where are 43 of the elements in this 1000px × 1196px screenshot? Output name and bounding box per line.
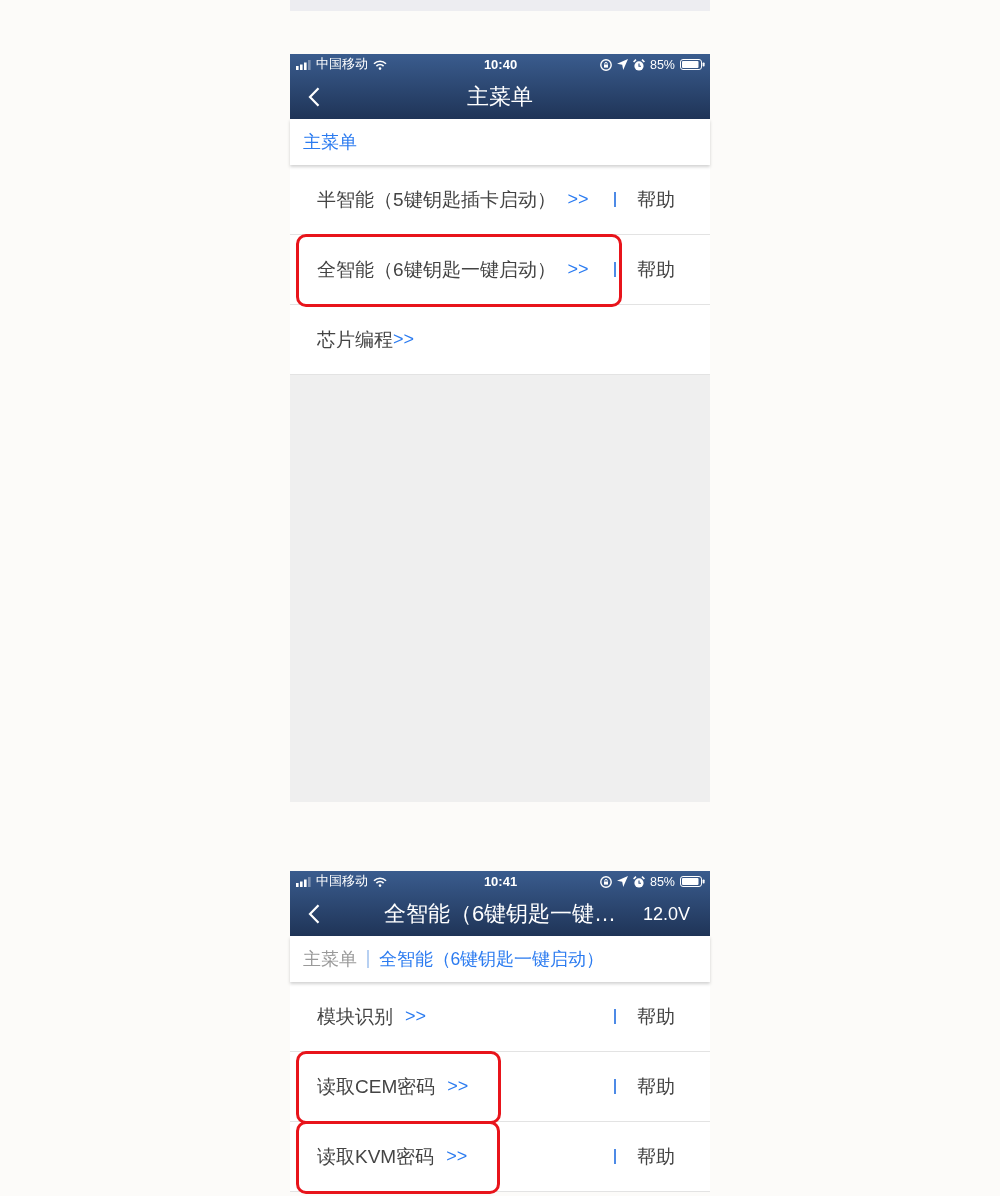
- menu-item-label: 模块识别: [317, 1004, 393, 1029]
- menu-item-label: 半智能（5键钥匙插卡启动）: [317, 187, 556, 212]
- more-link[interactable]: >>: [567, 189, 589, 210]
- nav-title: 全智能（6键钥匙一键…: [383, 900, 617, 928]
- battery-icon: [680, 59, 705, 70]
- nav-title: 主菜单: [467, 83, 533, 111]
- signal-icon: [296, 59, 311, 70]
- battery-percent: 85%: [649, 874, 675, 889]
- breadcrumb-link[interactable]: 主菜单: [303, 130, 357, 154]
- menu-item-label: 全智能（6键钥匙一键启动）: [317, 257, 556, 282]
- menu-item-label: 芯片编程: [317, 327, 393, 352]
- back-icon[interactable]: [308, 904, 320, 924]
- more-link[interactable]: >>: [405, 1006, 427, 1027]
- breadcrumb-link[interactable]: 主菜单: [303, 947, 357, 971]
- carrier-name: 中国移动: [316, 873, 368, 890]
- more-link[interactable]: >>: [446, 1146, 468, 1167]
- menu-item-label: 读取KVM密码: [317, 1144, 435, 1169]
- help-link[interactable]: 帮助: [637, 1003, 675, 1030]
- wifi-icon: [373, 876, 387, 887]
- location-arrow-icon: [616, 876, 628, 887]
- battery-icon: [680, 876, 705, 887]
- help-link[interactable]: 帮助: [637, 256, 675, 283]
- voltage-reading: 12.0V: [642, 903, 690, 925]
- wifi-icon: [373, 59, 387, 70]
- help-link[interactable]: 帮助: [637, 186, 675, 213]
- breadcrumb-link[interactable]: 全智能（6键钥匙一键启动）: [378, 947, 605, 971]
- rotation-lock-icon: [599, 875, 612, 888]
- menu-item-label: 读取CEM密码: [317, 1074, 436, 1099]
- rotation-lock-icon: [599, 58, 612, 71]
- back-icon[interactable]: [308, 87, 320, 107]
- battery-percent: 85%: [649, 57, 675, 72]
- help-link[interactable]: 帮助: [637, 1073, 675, 1100]
- signal-icon: [296, 876, 311, 887]
- alarm-clock-icon: [632, 875, 645, 888]
- status-time: 10:40: [483, 57, 518, 72]
- more-link[interactable]: >>: [447, 1076, 469, 1097]
- help-link[interactable]: 帮助: [637, 1143, 675, 1170]
- status-time: 10:41: [483, 874, 518, 889]
- alarm-clock-icon: [632, 58, 645, 71]
- carrier-name: 中国移动: [316, 56, 368, 73]
- location-arrow-icon: [616, 59, 628, 70]
- more-link[interactable]: >>: [567, 259, 589, 280]
- more-link[interactable]: >>: [393, 329, 415, 350]
